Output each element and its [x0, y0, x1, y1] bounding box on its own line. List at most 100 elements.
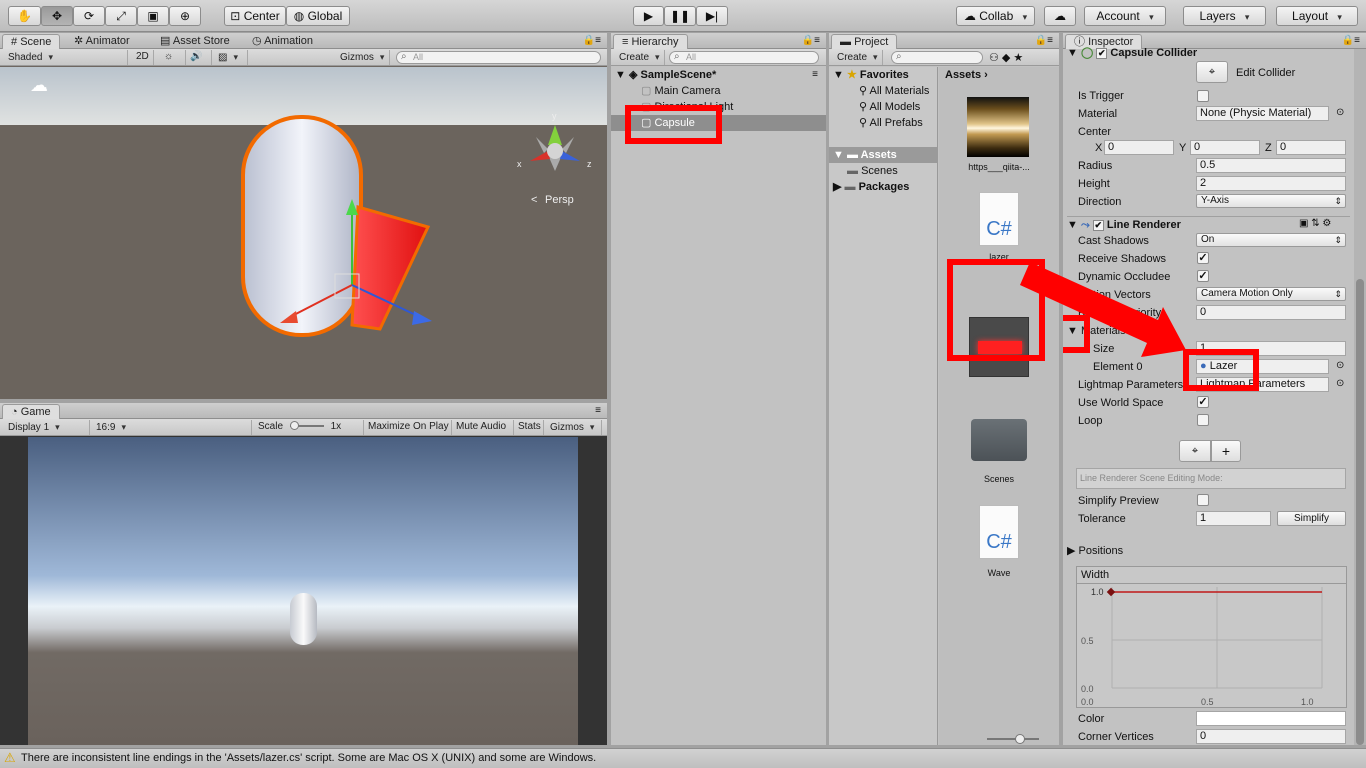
layers-dropdown[interactable]: Layers — [1183, 6, 1266, 26]
edit-points-button[interactable]: ⌖ — [1179, 440, 1211, 462]
simplify-button[interactable]: Simplify — [1277, 511, 1346, 526]
object-picker-icon[interactable]: ⊙ — [1336, 107, 1344, 118]
rotate-tool-button[interactable]: ⟳ — [73, 6, 105, 26]
play-button[interactable]: ▶ — [633, 6, 664, 26]
favorites-all-models[interactable]: ⚲ All Models — [859, 99, 920, 115]
hierarchy-search-input[interactable]: All — [669, 51, 819, 64]
center-y-field[interactable]: 0 — [1190, 140, 1260, 155]
cast-shadows-dropdown[interactable]: On — [1196, 233, 1346, 247]
radius-field[interactable]: 0.5 — [1196, 158, 1346, 173]
favorites-all-materials[interactable]: ⚲ All Materials — [859, 83, 929, 99]
texture-thumbnail[interactable] — [967, 97, 1029, 157]
center-x-field[interactable]: 0 — [1104, 140, 1174, 155]
project-tabbar: ▬ Project 🔒≡ — [829, 33, 1059, 49]
tab-animation[interactable]: ◷ Animation — [244, 34, 321, 49]
loop-checkbox[interactable] — [1197, 414, 1209, 426]
folder-icon[interactable] — [971, 419, 1027, 461]
tab-project[interactable]: ▬ Project — [831, 34, 898, 49]
audio-toggle[interactable]: 🔊 — [186, 50, 212, 65]
height-field[interactable]: 2 — [1196, 176, 1346, 191]
inspector-scrollbar[interactable] — [1354, 49, 1366, 745]
scene-viewport[interactable]: ☁ y x z < Persp — [0, 67, 607, 399]
renderer-priority-field[interactable]: 0 — [1196, 305, 1346, 320]
edit-bounds-icon: ⌖ — [1208, 66, 1216, 78]
shading-mode-dropdown[interactable]: Shaded — [4, 50, 128, 65]
favorites-item[interactable]: ▼ ★ Favorites — [833, 67, 909, 83]
collab-dropdown[interactable]: ☁ Collab — [956, 6, 1035, 26]
game-viewport[interactable] — [28, 437, 578, 745]
positions-foldout[interactable]: ▶ Positions — [1067, 544, 1123, 558]
csharp-script-icon[interactable]: C# — [979, 505, 1019, 559]
mute-audio-toggle[interactable]: Mute Audio — [452, 420, 514, 435]
center-z-field[interactable]: 0 — [1276, 140, 1346, 155]
tab-asset-store[interactable]: ▤ Asset Store — [152, 34, 238, 49]
zoom-slider[interactable] — [987, 734, 1039, 744]
enabled-checkbox[interactable]: ✔ — [1092, 220, 1104, 231]
favorites-all-prefabs[interactable]: ⚲ All Prefabs — [859, 115, 923, 131]
color-gradient-field[interactable] — [1196, 711, 1346, 726]
hand-tool-button[interactable]: ✋ — [8, 6, 41, 26]
receive-shadows-checkbox[interactable]: ✓ — [1197, 252, 1209, 264]
tab-game[interactable]: ◔ Game — [2, 404, 60, 419]
hierarchy-create-dropdown[interactable]: Create — [615, 50, 665, 65]
game-panel-menu-icon[interactable]: ≡ — [595, 405, 601, 416]
project-search-input[interactable] — [891, 51, 983, 64]
object-picker-icon[interactable]: ⊙ — [1336, 378, 1344, 389]
space-toggle[interactable]: ◍ Global — [286, 6, 350, 26]
scale-slider[interactable]: Scale 1x — [254, 420, 364, 435]
layout-dropdown[interactable]: Layout — [1276, 6, 1358, 26]
pivot-toggle[interactable]: ⊡ Center — [224, 6, 286, 26]
status-bar[interactable]: ⚠ There are inconsistent line endings in… — [0, 748, 1366, 768]
effects-dropdown[interactable]: ▨ — [214, 50, 248, 65]
create-points-button[interactable]: + — [1211, 440, 1241, 462]
maximize-on-play-toggle[interactable]: Maximize On Play — [364, 420, 452, 435]
simplify-preview-checkbox[interactable] — [1197, 494, 1209, 506]
scene-options-icon[interactable]: ≡ — [812, 69, 818, 80]
help-gear-icons[interactable]: ▣ ⇅ ⚙ — [1299, 218, 1331, 229]
panel-menu-icon[interactable]: 🔒≡ — [583, 35, 601, 46]
tab-animator[interactable]: ✲ Animator — [66, 34, 138, 49]
scenes-folder-item[interactable]: ▬ Scenes — [847, 163, 898, 179]
display-dropdown[interactable]: Display 1 — [4, 420, 90, 435]
enabled-checkbox[interactable]: ✔ — [1096, 48, 1108, 59]
aspect-dropdown[interactable]: 16:9 — [92, 420, 252, 435]
tab-hierarchy[interactable]: ≡ Hierarchy — [613, 34, 688, 49]
filter-icons[interactable]: ⚇ ◆ ★ — [989, 51, 1023, 64]
account-dropdown[interactable]: Account — [1084, 6, 1166, 26]
tolerance-field[interactable]: 1 — [1196, 511, 1271, 526]
scale-tool-button[interactable]: ⤢ — [105, 6, 137, 26]
hierarchy-menu-icon[interactable]: 🔒≡ — [802, 35, 820, 46]
packages-folder-item[interactable]: ▶ ▬ Packages — [833, 179, 909, 195]
width-curve-editor[interactable]: Width 1.0 0.5 0.0 0.0 0.5 1.0 — [1076, 566, 1347, 708]
project-menu-icon[interactable]: 🔒≡ — [1035, 35, 1053, 46]
hierarchy-item-main-camera[interactable]: ▢ Main Camera — [641, 83, 721, 99]
game-gizmos-dropdown[interactable]: Gizmos — [546, 420, 602, 435]
use-world-space-checkbox[interactable]: ✓ — [1197, 396, 1209, 408]
direction-dropdown[interactable]: Y-Axis — [1196, 194, 1346, 208]
scene-root-item[interactable]: ▼ ◈ SampleScene* — [615, 67, 716, 83]
project-create-dropdown[interactable]: Create — [833, 50, 883, 65]
lighting-toggle[interactable]: ☼ — [160, 50, 186, 65]
move-tool-button[interactable]: ✥ — [41, 6, 73, 26]
physic-material-field[interactable]: None (Physic Material) — [1196, 106, 1329, 121]
cloud-services-button[interactable]: ☁ — [1044, 6, 1076, 26]
capsule-collider-header[interactable]: ▼ ◯ ✔ Capsule Collider — [1067, 45, 1350, 61]
breadcrumb[interactable]: Assets › — [945, 67, 988, 83]
csharp-script-icon[interactable]: C# — [979, 192, 1019, 246]
is-trigger-checkbox[interactable] — [1197, 90, 1209, 102]
scene-gizmos-dropdown[interactable]: Gizmos — [336, 50, 390, 65]
assets-folder-item[interactable]: ▼ ▬ Assets — [833, 147, 897, 163]
motion-vectors-dropdown[interactable]: Camera Motion Only — [1196, 287, 1346, 301]
2d-toggle[interactable]: 2D — [132, 50, 154, 65]
corner-vertices-field[interactable]: 0 — [1196, 729, 1346, 744]
step-button[interactable]: ▶| — [696, 6, 728, 26]
scene-search-input[interactable]: All — [396, 51, 601, 64]
edit-collider-button[interactable]: ⌖ — [1196, 61, 1228, 83]
dynamic-occludee-checkbox[interactable]: ✓ — [1197, 270, 1209, 282]
stats-toggle[interactable]: Stats — [514, 420, 544, 435]
pause-button[interactable]: ❚❚ — [664, 6, 696, 26]
object-picker-icon[interactable]: ⊙ — [1336, 360, 1344, 371]
tab-scene[interactable]: # Scene — [2, 34, 61, 49]
transform-tool-button[interactable]: ⊕ — [169, 6, 201, 26]
rect-tool-button[interactable]: ▣ — [137, 6, 169, 26]
